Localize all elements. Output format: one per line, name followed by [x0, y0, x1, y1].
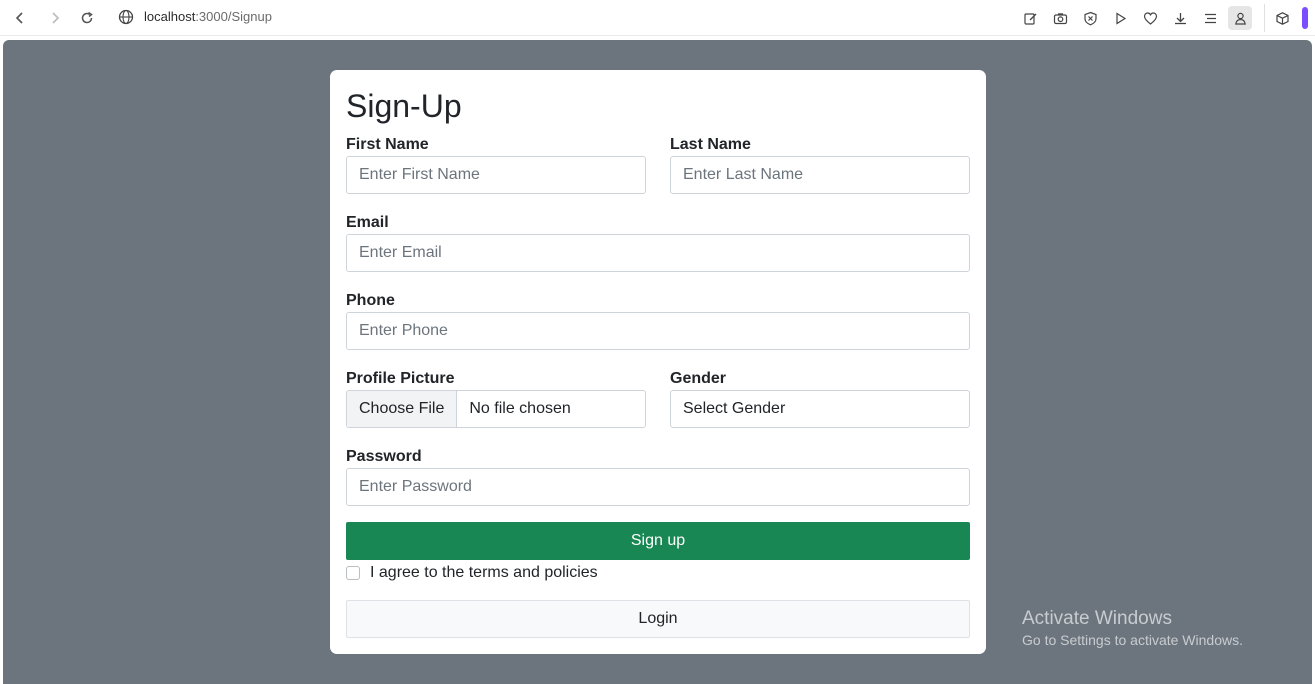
windows-activation-watermark: Activate Windows Go to Settings to activ…: [1022, 608, 1243, 648]
profile-icon[interactable]: [1228, 6, 1252, 30]
terms-row: I agree to the terms and policies: [346, 564, 598, 582]
first-name-input[interactable]: [346, 156, 646, 194]
profile-picture-label: Profile Picture: [346, 370, 455, 387]
reload-icon[interactable]: [77, 8, 97, 28]
url-path: :3000/Signup: [195, 9, 272, 24]
gender-select[interactable]: Select Gender: [670, 390, 970, 428]
address-bar[interactable]: localhost:3000/Signup: [144, 9, 272, 24]
file-status-text: No file chosen: [469, 400, 571, 417]
toolbar-divider: [1264, 4, 1265, 32]
email-input[interactable]: [346, 234, 970, 272]
profile-picture-file-input[interactable]: Choose File No file chosen: [346, 390, 646, 428]
password-label: Password: [346, 448, 422, 465]
phone-input[interactable]: [346, 312, 970, 350]
terms-label[interactable]: I agree to the terms and policies: [370, 564, 598, 582]
edit-icon[interactable]: [1020, 8, 1040, 28]
signup-card: Sign-Up First Name Last Name Email Phone…: [330, 70, 986, 654]
page-title: Sign-Up: [346, 88, 462, 124]
sidebar-accent-indicator[interactable]: [1302, 7, 1308, 29]
download-icon[interactable]: [1170, 8, 1190, 28]
terms-checkbox[interactable]: [346, 566, 360, 580]
gender-select-value: Select Gender: [683, 400, 786, 417]
login-button[interactable]: Login: [346, 600, 970, 638]
signup-button[interactable]: Sign up: [346, 522, 970, 560]
last-name-input[interactable]: [670, 156, 970, 194]
browser-toolbar: localhost:3000/Signup: [0, 0, 1315, 36]
camera-icon[interactable]: [1050, 8, 1070, 28]
extension-cube-icon[interactable]: [1272, 8, 1292, 28]
choose-file-button[interactable]: Choose File: [347, 391, 458, 427]
email-label: Email: [346, 214, 389, 231]
menu-lines-icon[interactable]: [1200, 8, 1220, 28]
globe-icon: [118, 9, 134, 25]
last-name-label: Last Name: [670, 136, 751, 153]
first-name-label: First Name: [346, 136, 429, 153]
gender-label: Gender: [670, 370, 727, 387]
watermark-title: Activate Windows: [1022, 608, 1172, 629]
watermark-subtitle: Go to Settings to activate Windows.: [1022, 632, 1243, 648]
url-host: localhost: [144, 9, 196, 24]
phone-label: Phone: [346, 292, 395, 309]
heart-icon[interactable]: [1140, 8, 1160, 28]
shield-x-icon[interactable]: [1080, 8, 1100, 28]
play-icon[interactable]: [1110, 8, 1130, 28]
back-icon[interactable]: [10, 8, 30, 28]
forward-icon[interactable]: [45, 8, 65, 28]
password-input[interactable]: [346, 468, 970, 506]
